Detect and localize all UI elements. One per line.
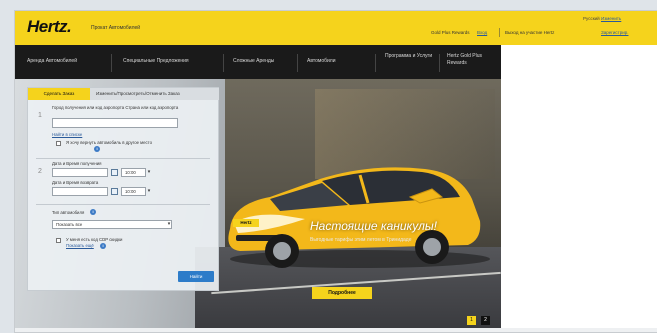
slide-pager-2[interactable]: 2 — [481, 316, 490, 325]
hertz-logo[interactable]: Hertz. — [27, 17, 72, 37]
main-nav: Аренда Автомобилей Специальные Предложен… — [15, 45, 501, 79]
chevron-down-icon[interactable]: ▾ — [166, 221, 172, 227]
nav-separator — [375, 54, 376, 72]
return-datetime-label: Дата и Время возврата — [52, 180, 99, 185]
nav-item-complex-rentals[interactable]: Сложные Аренды — [233, 58, 274, 64]
tagline: Прокат Автомобилей — [91, 25, 141, 31]
right-column — [501, 45, 657, 328]
return-elsewhere-checkbox[interactable] — [56, 141, 61, 146]
car-plate: Hertz — [233, 219, 259, 227]
details-button[interactable]: Подробнее — [312, 287, 372, 299]
tab-manage-reservation[interactable]: Изменить/Просмотреть/Отменить Заказ — [90, 88, 219, 100]
site-header: Hertz. Прокат Автомобилей Русский Измени… — [15, 11, 657, 45]
gold-plus-label: Gold Plus Rewards — [431, 30, 470, 35]
return-elsewhere-label: Я хочу вернуть автомобиль в другое место — [66, 140, 152, 145]
info-icon[interactable]: i — [100, 243, 106, 249]
browser-frame: Hertz. Прокат Автомобилей Русский Измени… — [14, 10, 657, 333]
find-in-list-link[interactable]: Найти в списке — [52, 132, 82, 137]
nav-separator — [297, 54, 298, 72]
step-number-1: 1 — [38, 112, 42, 119]
return-date-input[interactable] — [52, 187, 108, 196]
panel-divider — [36, 158, 210, 159]
calendar-icon[interactable] — [111, 188, 118, 195]
pickup-datetime-label: Дата и Время получения — [52, 161, 102, 166]
nav-item-programs[interactable]: Программа и Услуги — [385, 53, 435, 60]
nav-item-special-offers[interactable]: Специальные Предложения — [123, 58, 189, 64]
booking-panel: Сделать Заказ Изменить/Просмотреть/Отмен… — [27, 87, 219, 291]
panel-divider — [36, 204, 210, 205]
info-icon[interactable]: i — [90, 209, 96, 215]
nav-separator — [439, 54, 440, 72]
discount-code-checkbox[interactable] — [56, 238, 61, 243]
language-selector: Русский Изменить — [583, 16, 621, 21]
info-icon[interactable]: i — [94, 146, 100, 152]
nav-item-car-rental[interactable]: Аренда Автомобилей — [27, 58, 77, 64]
nav-separator — [111, 54, 112, 72]
header-divider — [499, 28, 500, 37]
tab-make-reservation[interactable]: Сделать Заказ — [28, 88, 90, 100]
footer-strip — [15, 328, 657, 332]
gold-login-link[interactable]: Вход — [477, 30, 487, 35]
exit-label: Выход на участие Hertz — [505, 30, 555, 35]
pickup-location-input[interactable] — [52, 118, 178, 128]
pickup-location-label-text: Город получения или код аэропорта — [52, 105, 125, 110]
return-time-select[interactable]: 10:00 — [121, 187, 146, 196]
yellow-car-image — [228, 167, 490, 268]
nav-item-cars[interactable]: Автомобили — [307, 58, 335, 64]
chevron-down-icon[interactable]: ▾ — [146, 169, 152, 175]
language-change-link[interactable]: Изменить — [601, 16, 621, 21]
pickup-date-input[interactable] — [52, 168, 108, 177]
step-number-2: 2 — [38, 168, 42, 175]
search-button[interactable]: Найти — [178, 271, 214, 282]
slide-pager-1[interactable]: 1 — [467, 316, 476, 325]
nav-item-gold-rewards[interactable]: Hertz Gold Plus Rewards — [447, 53, 495, 67]
nav-separator — [223, 54, 224, 72]
hero-title: Настоящие каникулы! — [310, 219, 437, 233]
hero-subtitle: Выгодные тарифы этим летом в Тринидаде — [310, 237, 412, 243]
chevron-down-icon[interactable]: ▾ — [146, 188, 152, 194]
calendar-icon[interactable] — [111, 169, 118, 176]
car-type-select[interactable]: Показать все — [52, 220, 172, 229]
language-current: Русский — [583, 16, 600, 21]
discount-code-label: У меня есть код CDP скидки — [66, 237, 123, 242]
car-type-label: Тип автомобиля — [52, 210, 85, 215]
pickup-location-label: Город получения или код аэропорта Страна… — [52, 105, 192, 110]
pickup-time-select[interactable]: 10:00 — [121, 168, 146, 177]
register-link[interactable]: Зарегистрир. — [601, 30, 628, 35]
pickup-location-hint: Страна или код аэропорта — [125, 105, 179, 110]
show-more-link[interactable]: Показать ещё — [66, 243, 94, 248]
